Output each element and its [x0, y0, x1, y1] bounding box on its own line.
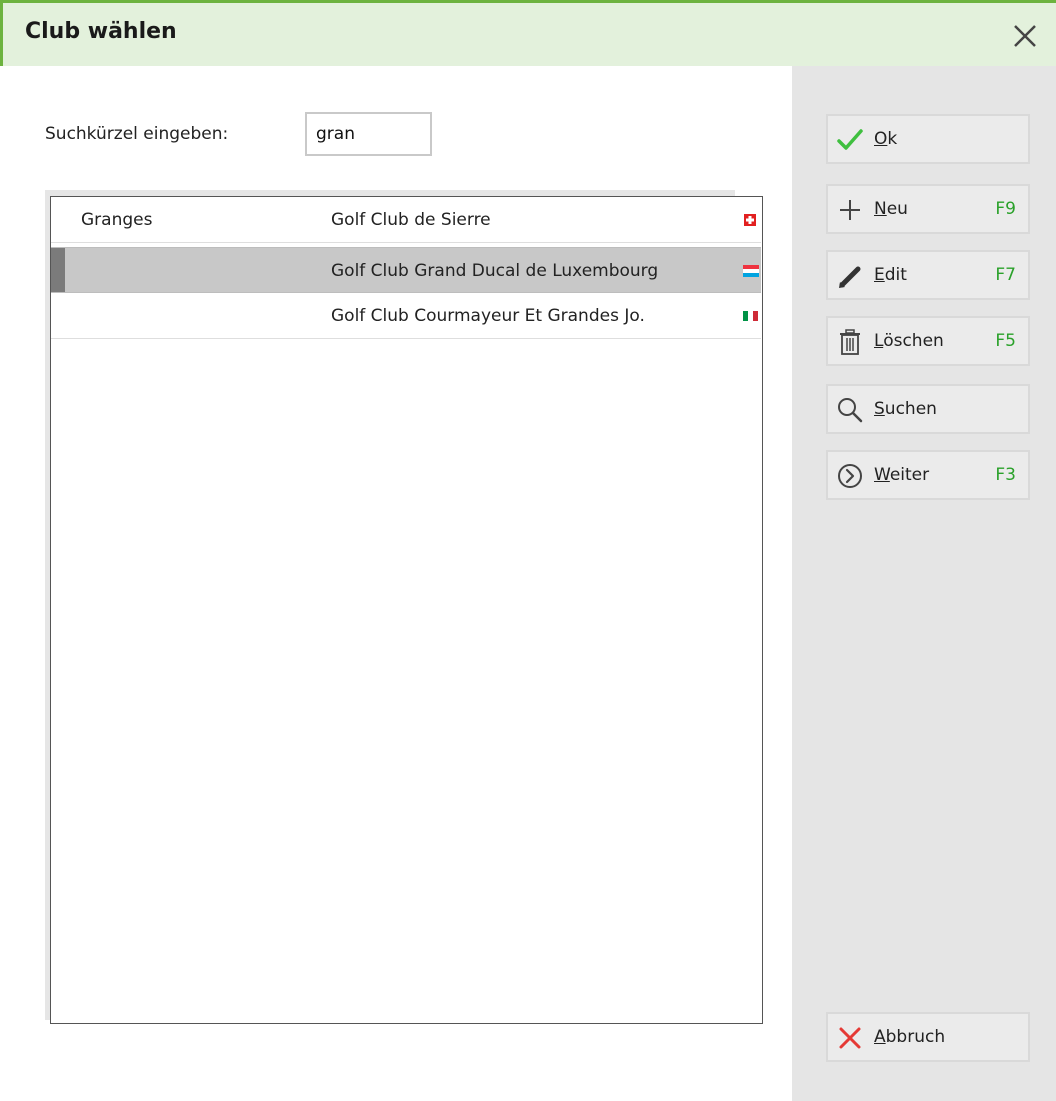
cancel-mnemonic: A	[874, 1027, 886, 1047]
search-label: Suchkürzel eingeben:	[45, 124, 229, 144]
switzerland-flag-icon	[744, 214, 756, 226]
dialog-title: Club wählen	[25, 19, 177, 44]
new-label: eu	[886, 199, 908, 219]
table-row-selected[interactable]: Golf Club Grand Ducal de Luxembourg	[51, 247, 761, 293]
close-icon[interactable]	[1010, 21, 1040, 51]
action-sidebar: Ok Neu F9 Edit F7 Löschen F5 Suchen Weit…	[792, 66, 1056, 1101]
table-row[interactable]: Golf Club Courmayeur Et Grandes Jo.	[51, 293, 761, 339]
edit-mnemonic: E	[874, 265, 885, 285]
next-shortcut: F3	[995, 465, 1016, 485]
table-row[interactable]: Granges Golf Club de Sierre	[51, 197, 761, 243]
ok-mnemonic: O	[874, 129, 888, 149]
edit-button[interactable]: Edit F7	[826, 250, 1030, 300]
magnifier-icon	[838, 398, 863, 423]
edit-label: dit	[884, 265, 907, 285]
title-bar: Club wählen	[3, 3, 1056, 69]
new-shortcut: F9	[995, 199, 1016, 219]
row-club-name: Golf Club Courmayeur Et Grandes Jo.	[331, 306, 645, 326]
italy-flag-icon	[743, 311, 758, 321]
search-mnemonic: S	[874, 399, 885, 419]
cancel-label: bbruch	[885, 1027, 946, 1047]
plus-icon	[840, 200, 860, 220]
club-list[interactable]: Granges Golf Club de Sierre Golf Club Gr…	[50, 196, 763, 1024]
circle-chevron-right-icon	[838, 464, 862, 488]
search-label-text: uchen	[884, 399, 937, 419]
row-selection-marker	[51, 248, 65, 292]
new-button[interactable]: Neu F9	[826, 184, 1030, 234]
ok-label: k	[887, 129, 898, 149]
next-mnemonic: W	[874, 465, 890, 485]
trash-icon	[840, 329, 860, 355]
new-mnemonic: N	[874, 199, 887, 219]
search-button[interactable]: Suchen	[826, 384, 1030, 434]
row-club-name: Golf Club Grand Ducal de Luxembourg	[331, 261, 659, 281]
edit-shortcut: F7	[995, 265, 1016, 285]
search-input[interactable]	[305, 112, 432, 156]
main-panel: Suchkürzel eingeben: Granges Golf Club d…	[0, 66, 792, 1101]
row-club-name: Golf Club de Sierre	[331, 210, 491, 230]
x-icon	[839, 1027, 861, 1049]
check-icon	[837, 129, 863, 150]
row-short-name: Granges	[81, 210, 153, 230]
delete-button[interactable]: Löschen F5	[826, 316, 1030, 366]
delete-shortcut: F5	[995, 331, 1016, 351]
next-button[interactable]: Weiter F3	[826, 450, 1030, 500]
pencil-icon	[839, 266, 861, 288]
cancel-button[interactable]: Abbruch	[826, 1012, 1030, 1062]
ok-button[interactable]: Ok	[826, 114, 1030, 164]
delete-label: öschen	[883, 331, 944, 351]
delete-mnemonic: L	[874, 331, 884, 351]
next-label: eiter	[889, 465, 930, 485]
luxembourg-flag-icon	[743, 265, 759, 277]
